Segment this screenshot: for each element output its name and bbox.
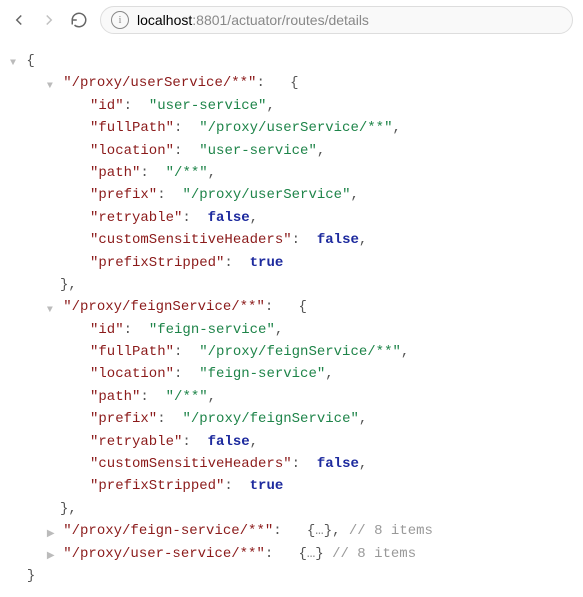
- json-prop: "customSensitiveHeaders": false,: [5, 229, 578, 251]
- json-key-route2[interactable]: "/proxy/feignService/**": {: [5, 296, 578, 318]
- info-icon[interactable]: i: [111, 11, 129, 29]
- json-prop: "id": "feign-service",: [5, 319, 578, 341]
- back-icon[interactable]: [10, 11, 28, 29]
- json-prop: "id": "user-service",: [5, 95, 578, 117]
- toggle-icon[interactable]: [10, 56, 18, 64]
- toggle-icon[interactable]: [47, 549, 55, 557]
- json-root-open[interactable]: {: [5, 50, 578, 72]
- json-prop: "prefixStripped": true: [5, 475, 578, 497]
- json-viewer: { "/proxy/userService/**": { "id": "user…: [0, 40, 583, 597]
- json-prop: "fullPath": "/proxy/feignService/**",: [5, 341, 578, 363]
- json-key-route1[interactable]: "/proxy/userService/**": {: [5, 72, 578, 94]
- json-prop: "customSensitiveHeaders": false,: [5, 453, 578, 475]
- json-prop: "location": "user-service",: [5, 140, 578, 162]
- json-key-collapsed[interactable]: "/proxy/feign-service/**": {…}, // 8 ite…: [5, 520, 578, 542]
- json-prop: "fullPath": "/proxy/userService/**",: [5, 117, 578, 139]
- reload-icon[interactable]: [70, 11, 88, 29]
- json-prop: "retryable": false,: [5, 207, 578, 229]
- json-key-collapsed[interactable]: "/proxy/user-service/**": {…} // 8 items: [5, 543, 578, 565]
- toggle-icon[interactable]: [47, 303, 55, 311]
- address-bar[interactable]: i localhost:8801/actuator/routes/details: [100, 6, 573, 34]
- json-close: },: [5, 498, 578, 520]
- json-prop: "retryable": false,: [5, 431, 578, 453]
- browser-toolbar: i localhost:8801/actuator/routes/details: [0, 0, 583, 40]
- json-prop: "prefix": "/proxy/userService",: [5, 184, 578, 206]
- json-prop: "prefixStripped": true: [5, 252, 578, 274]
- json-root-close: }: [5, 565, 578, 587]
- toggle-icon[interactable]: [47, 79, 55, 87]
- toggle-icon[interactable]: [47, 527, 55, 535]
- json-prop: "prefix": "/proxy/feignService",: [5, 408, 578, 430]
- json-prop: "path": "/**",: [5, 162, 578, 184]
- url-text: localhost:8801/actuator/routes/details: [137, 12, 369, 28]
- forward-icon[interactable]: [40, 11, 58, 29]
- json-prop: "location": "feign-service",: [5, 363, 578, 385]
- json-close: },: [5, 274, 578, 296]
- json-prop: "path": "/**",: [5, 386, 578, 408]
